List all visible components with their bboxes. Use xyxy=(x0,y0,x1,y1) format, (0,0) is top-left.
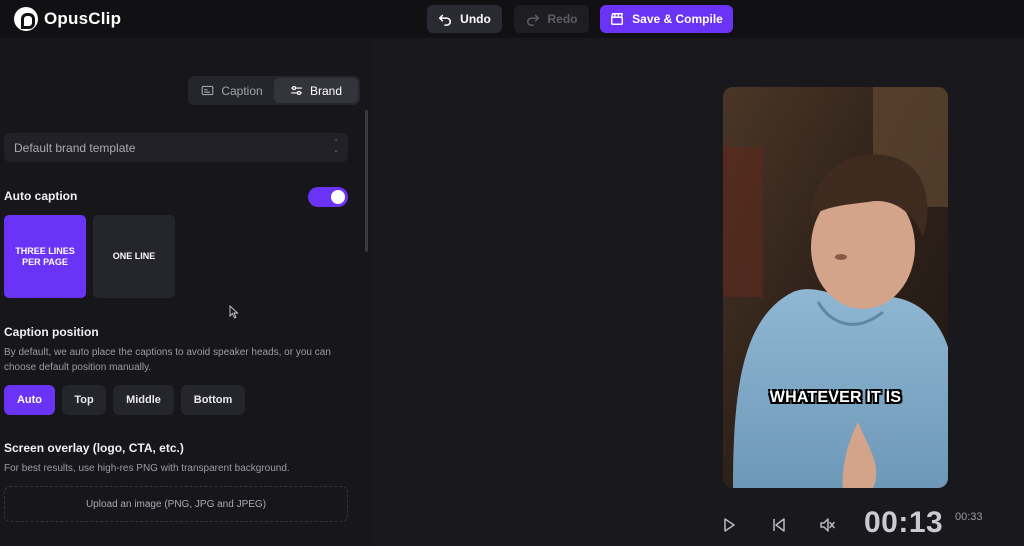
upload-image-label: Upload an image (PNG, JPG and JPEG) xyxy=(85,498,267,510)
caption-style-three-lines-label: THREE LINES PER PAGE xyxy=(15,245,75,267)
auto-caption-label: Auto caption xyxy=(4,189,78,203)
tab-caption[interactable]: Caption xyxy=(190,78,274,103)
auto-caption-toggle[interactable] xyxy=(308,187,348,207)
upload-image-dropzone[interactable]: Upload an image (PNG, JPG and JPEG) xyxy=(4,486,348,522)
brand-template-value: Default brand template xyxy=(14,140,136,155)
redo-button[interactable]: Redo xyxy=(514,5,589,33)
tab-brand-label: Brand xyxy=(309,83,343,98)
play-icon[interactable] xyxy=(721,517,737,533)
caption-icon xyxy=(201,85,214,96)
undo-label: Undo xyxy=(460,12,491,26)
top-bar: OpusClip Undo Redo Save & Compile xyxy=(0,0,1024,38)
mouse-cursor-icon xyxy=(229,305,239,319)
select-arrows-icon: ⌃ ⌄ xyxy=(333,139,339,154)
position-bottom-button[interactable]: Bottom xyxy=(181,385,245,415)
caption-style-three-lines[interactable]: THREE LINES PER PAGE xyxy=(4,215,86,298)
screen-overlay-description: For best results, use high-res PNG with … xyxy=(4,463,290,474)
caption-position-label: Caption position xyxy=(4,325,99,339)
panel-tabs: Caption Brand xyxy=(188,76,360,105)
skip-back-icon[interactable] xyxy=(771,517,787,533)
save-compile-label: Save & Compile xyxy=(632,12,723,26)
video-preview[interactable]: WHATEVER IT IS xyxy=(723,87,948,488)
screen-overlay-label: Screen overlay (logo, CTA, etc.) xyxy=(4,441,184,455)
speaker-video-frame xyxy=(723,87,948,488)
sliders-icon xyxy=(291,86,302,95)
app-logo[interactable]: OpusClip xyxy=(14,7,121,31)
app-name: OpusClip xyxy=(44,9,122,28)
video-caption-overlay: WHATEVER IT IS xyxy=(769,389,902,406)
redo-label: Redo xyxy=(547,12,578,26)
caption-position-description: By default, we auto place the captions t… xyxy=(4,347,331,373)
current-time: 00:13 xyxy=(864,506,944,539)
undo-icon xyxy=(439,14,452,26)
redo-icon xyxy=(526,14,539,26)
caption-style-one-line-label: ONE LINE xyxy=(112,251,156,261)
caption-style-one-line[interactable]: ONE LINE xyxy=(93,215,175,298)
position-top-button[interactable]: Top xyxy=(62,385,106,415)
tab-caption-label: Caption xyxy=(221,83,263,98)
undo-button[interactable]: Undo xyxy=(427,5,502,33)
save-compile-button[interactable]: Save & Compile xyxy=(600,5,733,33)
tab-brand[interactable]: Brand xyxy=(274,78,358,103)
caption-position-options: Auto Top Middle Bottom xyxy=(4,385,245,415)
clapperboard-icon xyxy=(611,13,624,25)
toggle-knob xyxy=(331,190,345,204)
position-auto-button[interactable]: Auto xyxy=(4,385,55,415)
opusclip-logo-icon xyxy=(14,7,38,31)
brand-template-select[interactable]: Default brand template ⌃ ⌄ xyxy=(4,133,348,162)
total-duration: 00:33 xyxy=(955,511,983,523)
position-middle-button[interactable]: Middle xyxy=(113,385,174,415)
panel-scrollbar[interactable] xyxy=(365,110,368,252)
volume-icon[interactable] xyxy=(819,517,835,533)
